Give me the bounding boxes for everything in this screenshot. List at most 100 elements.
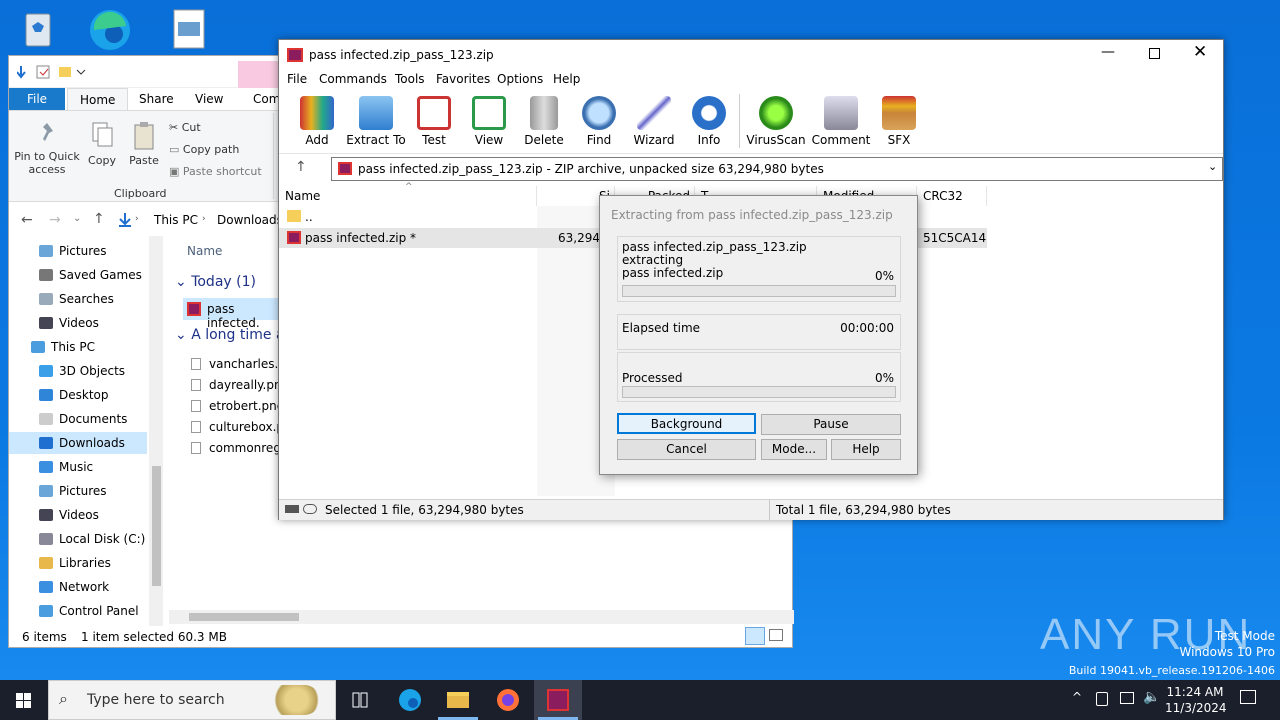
tray-chevron-icon[interactable]: ^	[1072, 690, 1082, 704]
recycle-bin-icon[interactable]	[14, 6, 62, 54]
chevron-down-icon[interactable]: ⌄	[1208, 160, 1217, 173]
maximize-icon[interactable]	[1149, 48, 1160, 59]
menu-help[interactable]: Help	[553, 72, 580, 86]
nav-label: Downloads	[59, 436, 125, 450]
taskbar-edge[interactable]	[386, 680, 434, 720]
taskbar-file-explorer[interactable]	[434, 680, 482, 720]
nav-item-desktop[interactable]: Desktop	[39, 384, 109, 406]
image-file-icon	[191, 379, 201, 391]
wizard-button[interactable]: Wizard	[626, 96, 682, 147]
winrar-toolbar: Add Extract To Test View Delete Find Wiz…	[279, 90, 1223, 154]
large-icons-view-icon[interactable]	[769, 629, 783, 641]
nav-item-libraries[interactable]: Libraries	[39, 552, 111, 574]
start-button[interactable]	[0, 680, 48, 720]
pause-button[interactable]: Pause	[761, 414, 901, 435]
nav-item-control-panel[interactable]: Control Panel	[39, 600, 139, 622]
archive-path-field[interactable]: pass infected.zip_pass_123.zip - ZIP arc…	[331, 157, 1223, 181]
view-button[interactable]: View	[461, 96, 517, 147]
menu-favorites[interactable]: Favorites	[436, 72, 490, 86]
group-long-ago[interactable]: ⌄ A long time a	[175, 327, 285, 343]
task-view-button[interactable]	[336, 680, 384, 720]
tab-view[interactable]: View	[183, 88, 235, 110]
horizontal-scrollbar-thumb[interactable]	[189, 613, 299, 621]
pin-quick-access-button[interactable]: Pin to Quick access	[13, 121, 81, 176]
nav-item-pictures[interactable]: Pictures	[39, 240, 107, 262]
tray-network-shield-icon[interactable]	[1096, 692, 1108, 706]
test-button[interactable]: Test	[406, 96, 462, 147]
minimize-icon[interactable]: —	[1101, 44, 1115, 60]
sfx-button[interactable]: SFX	[871, 96, 927, 147]
processed-label: Processed	[622, 371, 683, 385]
tab-file[interactable]: File	[9, 88, 65, 110]
copy-button[interactable]: Copy	[85, 121, 119, 167]
help-button[interactable]: Help	[831, 439, 901, 460]
breadcrumb-downloads[interactable]: Downloads	[217, 213, 283, 227]
edge-icon[interactable]	[86, 6, 134, 54]
nav-scrollbar-thumb[interactable]	[152, 466, 161, 586]
taskbar-search[interactable]: ⌕ Type here to search	[48, 680, 336, 720]
taskbar-firefox[interactable]	[484, 680, 532, 720]
tray-volume-icon[interactable]: 🔈	[1143, 689, 1160, 705]
nav-item-music[interactable]: Music	[39, 456, 93, 478]
cube-icon	[39, 365, 53, 377]
comment-button[interactable]: Comment	[809, 96, 873, 147]
forward-arrow-icon[interactable]: →	[49, 212, 61, 228]
nav-item-network[interactable]: Network	[39, 576, 109, 598]
column-crc32[interactable]: CRC32	[917, 186, 987, 206]
image-file-icon[interactable]	[166, 6, 214, 54]
nav-item-searches[interactable]: Searches	[39, 288, 114, 310]
list-item-selected[interactable]: pass infected.	[183, 298, 283, 330]
nav-item-this-pc[interactable]: This PC	[31, 336, 95, 358]
copy-path-button[interactable]: ▭ Copy path	[169, 143, 239, 156]
parent-folder-icon	[287, 210, 301, 222]
nav-item-documents[interactable]: Documents	[39, 408, 127, 430]
close-icon[interactable]: ✕	[1193, 42, 1207, 62]
tray-network-icon[interactable]	[1120, 692, 1134, 704]
cut-button[interactable]: ✂ Cut	[169, 121, 201, 134]
menu-tools[interactable]: Tools	[395, 72, 425, 86]
tray-clock[interactable]: 11:24 AM 11/3/2024	[1165, 684, 1227, 716]
paste-shortcut-button[interactable]: ▣ Paste shortcut	[169, 165, 262, 178]
breadcrumb-this-pc[interactable]: This PC	[154, 213, 198, 227]
up-arrow-icon[interactable]: ↑	[93, 211, 105, 227]
mode-button[interactable]: Mode...	[761, 439, 827, 460]
nav-item-3d-objects[interactable]: 3D Objects	[39, 360, 125, 382]
details-view-icon[interactable]	[745, 627, 765, 645]
back-arrow-icon[interactable]: ←	[21, 212, 33, 228]
menu-options[interactable]: Options	[497, 72, 543, 86]
nav-item-saved-games[interactable]: Saved Games	[39, 264, 142, 286]
cancel-button[interactable]: Cancel	[617, 439, 756, 460]
taskbar-winrar[interactable]	[534, 680, 582, 720]
up-folder-icon[interactable]: ↑	[295, 159, 307, 175]
extract-progress-dialog: Extracting from pass infected.zip_pass_1…	[599, 195, 918, 475]
info-button[interactable]: Info	[681, 96, 737, 147]
nav-label: Music	[59, 460, 94, 474]
nav-scrollbar[interactable]	[149, 236, 163, 626]
name-column-header[interactable]: Name	[187, 244, 222, 258]
nav-item-local-disk[interactable]: Local Disk (C:)	[39, 528, 145, 550]
navigation-pane: Pictures Saved Games Searches Videos Thi…	[9, 236, 163, 626]
delete-button[interactable]: Delete	[516, 96, 572, 147]
sort-arrow-icon: ^	[405, 182, 413, 192]
nav-item-videos[interactable]: Videos	[39, 312, 99, 334]
nav-label: Desktop	[59, 388, 109, 402]
menu-commands[interactable]: Commands	[319, 72, 387, 86]
tab-home[interactable]: Home	[67, 88, 129, 110]
extract-to-button[interactable]: Extract To	[343, 96, 409, 147]
menu-file[interactable]: File	[287, 72, 307, 86]
image-file-icon	[191, 421, 201, 433]
background-button[interactable]: Background	[617, 413, 756, 434]
recent-chevron-icon[interactable]: ⌄	[73, 213, 81, 224]
horizontal-scrollbar[interactable]	[169, 610, 794, 624]
tab-share[interactable]: Share	[127, 88, 186, 110]
nav-item-videos-2[interactable]: Videos	[39, 504, 99, 526]
notification-icon[interactable]	[1240, 690, 1256, 704]
find-button[interactable]: Find	[571, 96, 627, 147]
qat-icons[interactable]	[17, 64, 97, 80]
add-button[interactable]: Add	[289, 96, 345, 147]
virusscan-button[interactable]: VirusScan	[745, 96, 807, 147]
nav-item-pictures-2[interactable]: Pictures	[39, 480, 107, 502]
group-today[interactable]: ⌄ Today (1)	[175, 274, 256, 290]
paste-button[interactable]: Paste	[127, 121, 161, 167]
nav-item-downloads[interactable]: Downloads	[39, 432, 125, 454]
